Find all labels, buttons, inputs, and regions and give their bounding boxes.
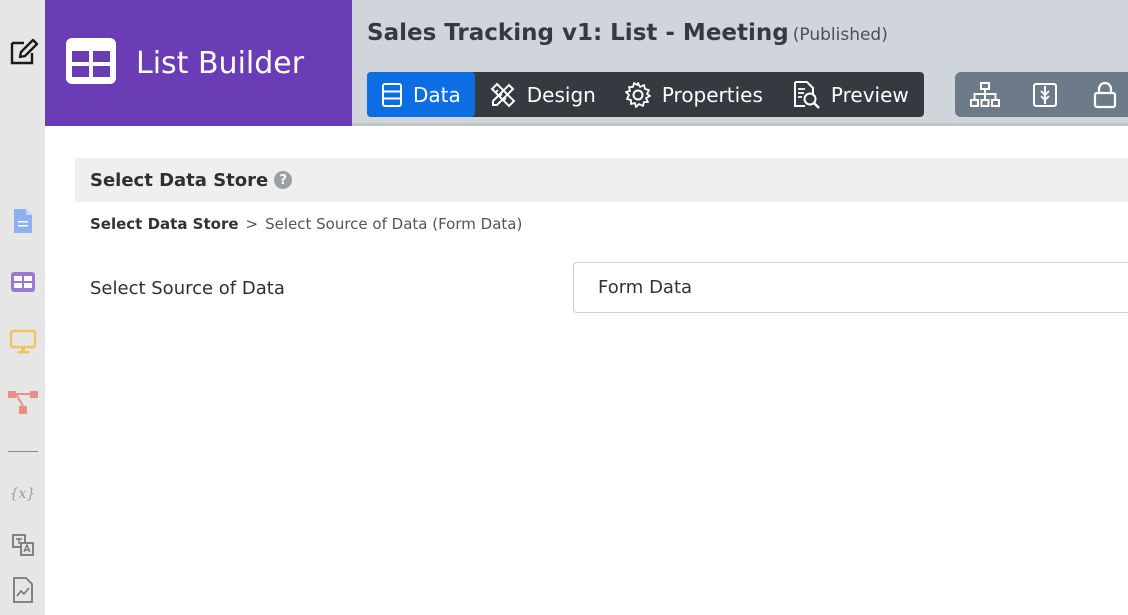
section-title: Select Data Store xyxy=(90,169,269,191)
source-of-data-select[interactable]: Form Data xyxy=(573,262,1128,313)
document-title: Sales Tracking v1: List - Meeting xyxy=(367,20,789,46)
app-title: List Builder xyxy=(136,45,305,81)
translate-icon[interactable] xyxy=(0,525,45,565)
lock-button[interactable] xyxy=(1075,72,1128,117)
design-tools-icon xyxy=(490,82,516,107)
builder-tabs: Data Design Properties Preview xyxy=(367,72,924,117)
breadcrumb: Select Data Store > Select Source of Data … xyxy=(90,215,522,233)
rail-divider xyxy=(8,451,38,452)
preview-icon xyxy=(793,80,820,109)
list-builder-logo-icon xyxy=(66,37,116,89)
report-icon[interactable] xyxy=(0,570,45,610)
tab-properties-label: Properties xyxy=(661,82,763,107)
tool-buttons xyxy=(955,72,1128,117)
database-icon xyxy=(382,82,402,107)
tab-preview-label: Preview xyxy=(830,82,909,107)
document-icon[interactable] xyxy=(0,201,45,241)
tab-data[interactable]: Data xyxy=(367,72,475,117)
breadcrumb-current: Select Source of Data (Form Data) xyxy=(265,215,523,233)
document-title-row: Sales Tracking v1: List - Meeting (Publis… xyxy=(367,20,888,46)
hierarchy-icon xyxy=(970,81,1000,107)
edit-icon[interactable] xyxy=(0,32,45,72)
breadcrumb-link-select-data-store[interactable]: Select Data Store xyxy=(90,215,239,233)
book-button[interactable] xyxy=(1015,72,1075,117)
tab-design[interactable]: Design xyxy=(475,72,610,117)
monitor-icon[interactable] xyxy=(0,322,45,362)
source-of-data-label: Select Source of Data xyxy=(90,278,285,299)
book-icon xyxy=(1033,82,1057,107)
source-of-data-value: Form Data xyxy=(598,277,693,298)
tab-preview[interactable]: Preview xyxy=(777,72,923,117)
breadcrumb-separator: > xyxy=(245,215,259,233)
left-rail: {x} xyxy=(0,0,45,615)
brand-header: List Builder xyxy=(45,0,352,126)
section-header: Select Data Store ? xyxy=(75,158,1128,202)
tab-design-label: Design xyxy=(526,82,596,107)
lock-icon xyxy=(1093,81,1117,108)
top-bar: Sales Tracking v1: List - Meeting (Publis… xyxy=(352,0,1128,126)
workflow-icon[interactable] xyxy=(0,382,45,422)
list-icon[interactable] xyxy=(0,262,45,302)
gear-icon xyxy=(624,81,651,108)
help-icon[interactable]: ? xyxy=(274,171,293,189)
document-status: (Published) xyxy=(792,25,888,45)
tab-properties[interactable]: Properties xyxy=(610,72,777,117)
tab-data-label: Data xyxy=(413,82,461,107)
variable-icon[interactable]: {x} xyxy=(0,474,45,514)
hierarchy-button[interactable] xyxy=(955,72,1015,117)
